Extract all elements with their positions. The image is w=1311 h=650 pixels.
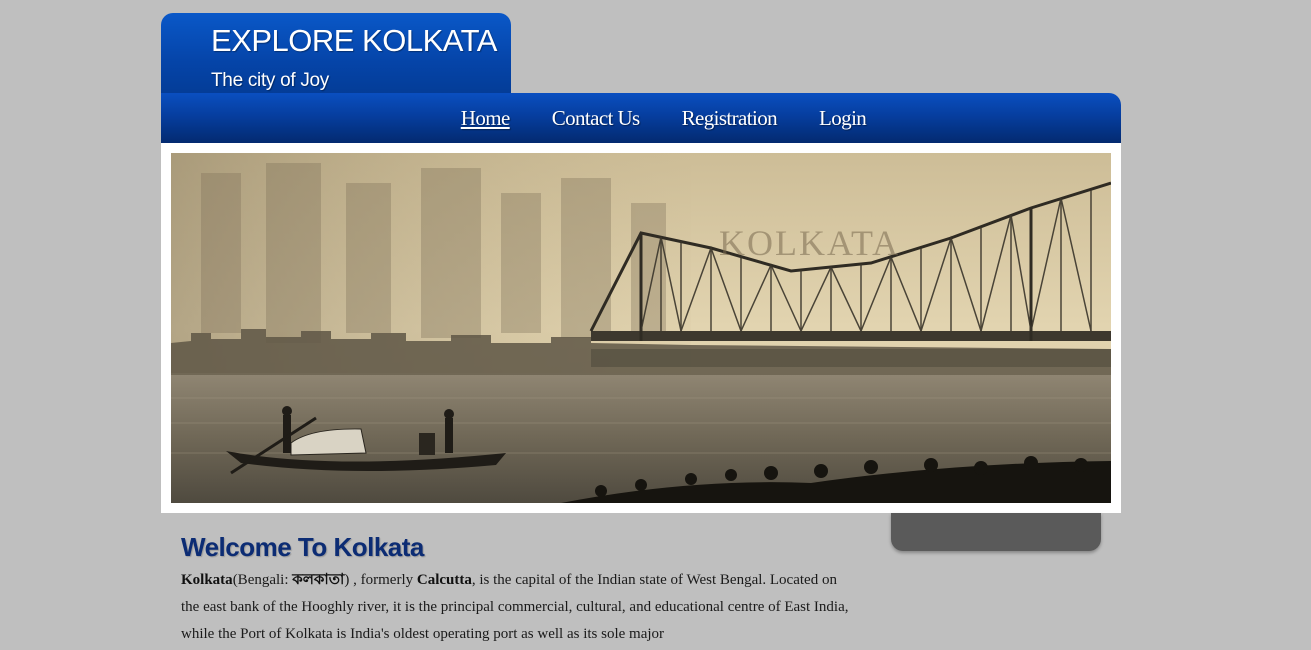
nav-bar: Home Contact Us Registration Login xyxy=(161,93,1121,143)
banner-frame: KOLKATA xyxy=(161,143,1121,513)
nav-contact-link[interactable]: Contact Us xyxy=(552,106,641,131)
main-content: Welcome To Kolkata Kolkata(Bengali: কলকা… xyxy=(181,532,851,648)
intro-city-name: Kolkata xyxy=(181,572,233,588)
intro-former-prefix: ) , formerly xyxy=(344,572,417,588)
nav-menu: Home Contact Us Registration Login xyxy=(161,106,1121,131)
intro-paragraph: Kolkata(Bengali: কলকাতা) , formerly Calc… xyxy=(181,567,851,648)
intro-bengali-prefix: (Bengali: xyxy=(232,572,293,588)
sidebar-box xyxy=(891,513,1101,551)
header-logo-tab: EXPLORE KOLKATA The city of Joy xyxy=(161,13,511,103)
banner-illustration: KOLKATA xyxy=(171,153,1111,503)
banner-caption: KOLKATA xyxy=(719,223,900,263)
welcome-heading: Welcome To Kolkata xyxy=(181,532,424,562)
nav-login-link[interactable]: Login xyxy=(819,106,867,131)
site-slogan: The city of Joy xyxy=(211,70,329,91)
intro-bengali-name: কলকাতা xyxy=(292,572,345,588)
intro-rest-line1: , is the capital of the Indian state of … xyxy=(471,572,767,588)
banner-image-howrah-bridge: KOLKATA xyxy=(171,153,1111,503)
site-title: EXPLORE KOLKATA xyxy=(211,23,497,58)
intro-former-name: Calcutta xyxy=(416,572,472,588)
nav-home-link[interactable]: Home xyxy=(461,106,511,131)
nav-registration-link[interactable]: Registration xyxy=(682,106,778,131)
